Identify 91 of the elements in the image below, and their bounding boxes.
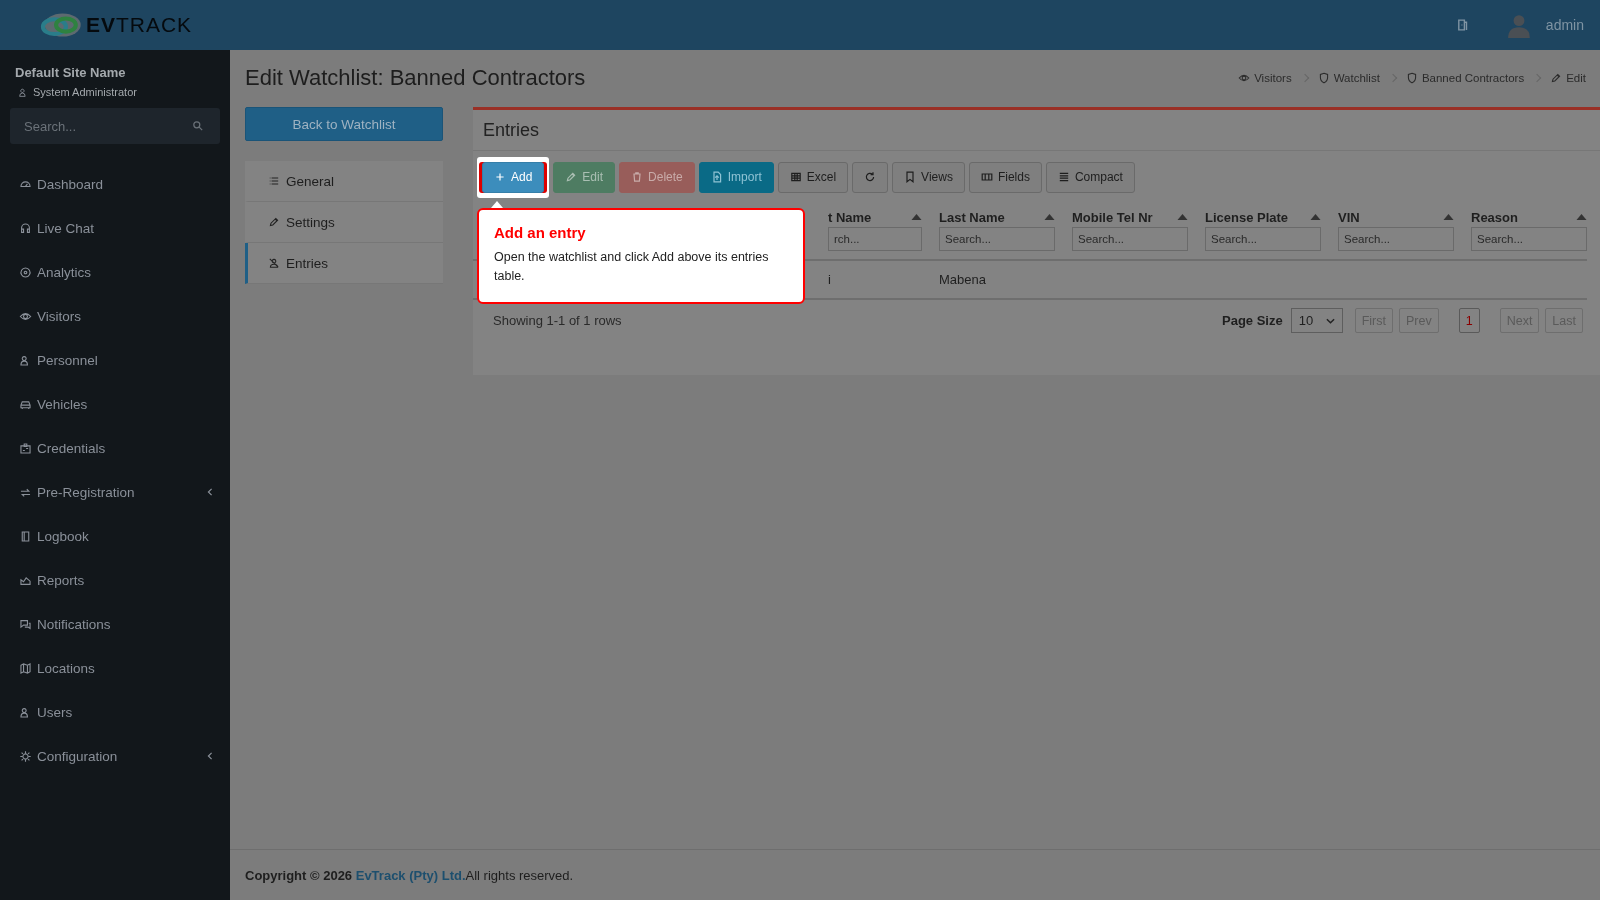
column-header[interactable]: VIN <box>1338 209 1360 225</box>
search-field[interactable]: Search... <box>10 108 220 144</box>
column-header[interactable]: License Plate <box>1205 209 1289 225</box>
filter-field[interactable]: Search... <box>939 227 1055 251</box>
caret-icon <box>1325 317 1335 324</box>
sort-icon[interactable] <box>1576 214 1587 220</box>
book-icon <box>19 529 32 543</box>
file-upload-icon <box>710 171 723 183</box>
crossed-person-icon <box>268 257 280 269</box>
page-title: Edit Watchlist: Banned Contractors <box>245 65 586 91</box>
plus-icon <box>494 171 506 183</box>
side-tab[interactable]: General <box>245 161 443 202</box>
bookmark-icon <box>904 171 917 183</box>
pencil-icon <box>1550 72 1563 84</box>
filter-field[interactable]: Search... <box>1338 227 1454 251</box>
sort-icon[interactable] <box>1044 214 1055 220</box>
table-cell: Mabena <box>939 272 986 287</box>
popup-text: Open the watchlist and click Add above its entries table. <box>494 249 770 285</box>
toolbar-button[interactable]: Fields <box>968 161 1042 193</box>
nav-item[interactable]: Dashboard <box>37 176 214 192</box>
nav-item[interactable]: Notifications <box>37 616 214 632</box>
user-icon <box>18 86 29 98</box>
toolbar-button[interactable]: Compact <box>1045 161 1135 193</box>
door-icon[interactable] <box>1455 18 1470 32</box>
nav-item[interactable]: Analytics <box>37 264 214 280</box>
copyright-text: Copyright © 2026 EvTrack (Pty) Ltd.All rights reserved. <box>245 867 574 883</box>
sort-icon[interactable] <box>1443 214 1454 220</box>
filter-field[interactable]: rch... <box>828 227 922 251</box>
nav-item[interactable]: Personnel <box>37 352 214 368</box>
pager-button[interactable]: 1 <box>1458 308 1480 333</box>
toolbar-button[interactable]: Views <box>892 161 965 193</box>
chevron-icon[interactable] <box>206 752 214 760</box>
headset-icon <box>19 221 32 235</box>
lines-icon <box>1057 171 1070 183</box>
nav-item[interactable]: Configuration <box>37 748 201 764</box>
breadcrumb-link[interactable]: Visitors <box>1254 72 1292 84</box>
column-header[interactable]: Mobile Tel Nr <box>1072 209 1153 225</box>
filter-field[interactable]: Search... <box>1471 227 1587 251</box>
nav-item[interactable]: Pre-Registration <box>37 484 201 500</box>
trash-icon <box>631 171 644 183</box>
gear-icon <box>19 749 32 763</box>
nav-item[interactable]: Live Chat <box>37 220 214 236</box>
side-tab[interactable]: Settings <box>245 202 443 243</box>
row-count: Showing 1-1 of 1 rows <box>493 313 622 328</box>
nav-item[interactable]: Logbook <box>37 528 214 544</box>
breadcrumb-link[interactable]: Banned Contractors <box>1421 72 1525 84</box>
pencil-icon <box>565 171 578 183</box>
sort-icon[interactable] <box>911 214 922 220</box>
refresh-button[interactable] <box>852 161 889 193</box>
nav-item[interactable]: Locations <box>37 660 214 676</box>
logo-text: EVTRACK <box>85 13 193 37</box>
side-tab[interactable]: Entries <box>245 243 443 284</box>
chevron-icon[interactable] <box>206 488 214 496</box>
shield-icon <box>1405 72 1418 84</box>
column-header[interactable]: Last Name <box>939 209 1005 225</box>
toolbar-button[interactable]: Excel <box>777 161 849 193</box>
id-card-icon <box>19 441 32 455</box>
back-button[interactable]: Back to Watchlist <box>245 107 443 141</box>
page-size-label: Page Size <box>1222 313 1283 328</box>
nav-item[interactable]: Vehicles <box>37 396 214 412</box>
shield-icon <box>1317 72 1330 84</box>
nav-item[interactable]: Reports <box>37 572 214 588</box>
filter-field[interactable]: Search... <box>1205 227 1321 251</box>
toolbar-button[interactable]: Import <box>698 161 774 193</box>
table-icon <box>789 171 802 183</box>
site-name: Default Site Name <box>14 65 127 80</box>
target-icon <box>19 265 32 279</box>
nav-item[interactable]: Users <box>37 704 214 720</box>
map-icon <box>19 661 32 675</box>
breadcrumb-link[interactable]: Edit <box>1566 72 1586 84</box>
chat-icon <box>19 617 32 631</box>
column-header[interactable]: t Name <box>828 209 872 225</box>
breadcrumb-link[interactable]: Watchlist <box>1333 72 1380 84</box>
search-icon[interactable] <box>192 120 204 132</box>
refresh-icon <box>864 171 877 183</box>
table-cell: i <box>828 272 831 287</box>
user-name[interactable]: admin <box>1545 17 1584 33</box>
user-role: System Administrator <box>33 86 137 98</box>
eye-icon <box>1238 72 1251 84</box>
popup-title: Add an entry <box>494 224 587 241</box>
columns-icon <box>980 171 993 183</box>
nav-item[interactable]: Visitors <box>37 308 214 324</box>
page-size-select[interactable]: 10 <box>1290 308 1343 333</box>
filter-field[interactable]: Search... <box>1072 227 1188 251</box>
panel-title: Entries <box>483 119 540 141</box>
sort-icon[interactable] <box>1177 214 1188 220</box>
sort-icon[interactable] <box>1310 214 1321 220</box>
add-button[interactable]: Add <box>482 161 545 193</box>
column-header[interactable]: Reason <box>1471 209 1518 225</box>
pencil-icon <box>268 216 280 228</box>
nav-item[interactable]: Credentials <box>37 440 214 456</box>
